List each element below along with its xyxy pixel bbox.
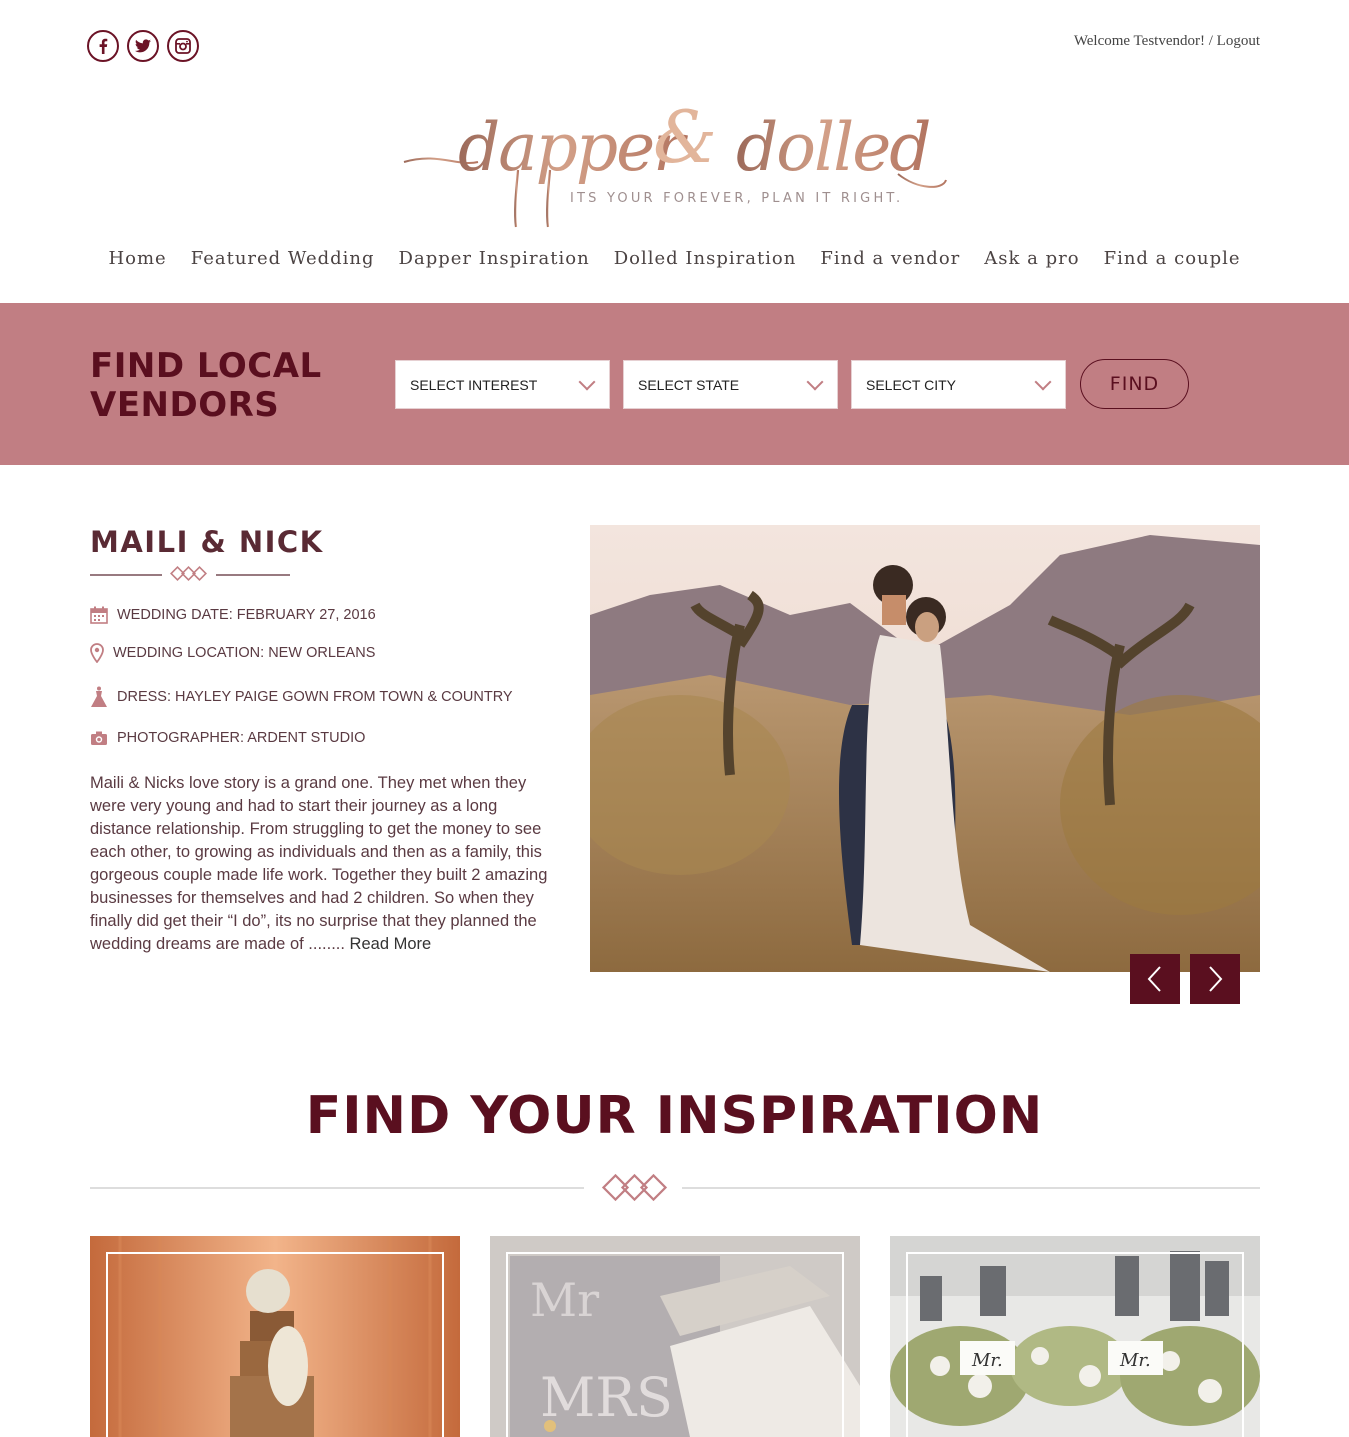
card-frame — [906, 1252, 1244, 1437]
svg-text:dolled: dolled — [736, 109, 930, 186]
calendar-icon — [90, 606, 108, 624]
select-state[interactable]: SELECT STATE — [623, 360, 838, 409]
story-text: Maili & Nicks love story is a grand one.… — [90, 774, 548, 953]
vendor-search-band: FIND LOCAL VENDORS SELECT INTEREST SELEC… — [0, 303, 1349, 465]
couple-story: Maili & Nicks love story is a grand one.… — [90, 772, 560, 956]
separator: / — [1204, 33, 1217, 49]
couple-photo — [590, 525, 1260, 972]
dress-text: DRESS: HAYLEY PAIGE GOWN FROM TOWN & COU… — [117, 689, 513, 705]
map-pin-icon — [90, 643, 104, 663]
inspiration-card-stationery[interactable]: Mr MRS — [490, 1236, 860, 1437]
logout-link[interactable]: Logout — [1217, 33, 1260, 49]
chevron-down-icon — [578, 373, 596, 391]
nav-dapper-inspiration[interactable]: Dapper Inspiration — [387, 248, 602, 269]
inspiration-title: FIND YOUR INSPIRATION — [305, 1086, 1044, 1146]
logo-tagline: ITS YOUR FOREVER, PLAN IT RIGHT. — [570, 191, 904, 206]
wedding-location-text: WEDDING LOCATION: NEW ORLEANS — [113, 645, 376, 661]
dress-info: DRESS: HAYLEY PAIGE GOWN FROM TOWN & COU… — [90, 686, 513, 708]
nav-dolled-inspiration[interactable]: Dolled Inspiration — [602, 248, 809, 269]
carousel-next-button[interactable] — [1190, 954, 1240, 1004]
logo-script: dapper & dolled — [403, 95, 947, 228]
photographer-info: PHOTOGRAPHER: ARDENT STUDIO — [90, 730, 365, 746]
twitter-icon[interactable] — [127, 30, 159, 62]
find-button[interactable]: FIND — [1080, 359, 1189, 409]
ornament-divider-icon — [90, 566, 290, 581]
nav-find-a-couple[interactable]: Find a couple — [1092, 248, 1253, 269]
photographer-text: PHOTOGRAPHER: ARDENT STUDIO — [117, 730, 366, 746]
nav-home[interactable]: Home — [96, 248, 178, 269]
wedding-date: WEDDING DATE: FEBRUARY 27, 2016 — [90, 606, 376, 624]
select-state-label: SELECT STATE — [638, 376, 740, 393]
wedding-location: WEDDING LOCATION: NEW ORLEANS — [90, 643, 375, 663]
featured-photo — [590, 525, 1260, 972]
ornament-divider-icon — [90, 1173, 1260, 1202]
chevron-down-icon — [806, 373, 824, 391]
card-frame — [506, 1252, 844, 1437]
instagram-icon[interactable] — [167, 30, 199, 62]
select-city-label: SELECT CITY — [866, 376, 956, 393]
nav-featured-wedding[interactable]: Featured Wedding — [179, 248, 387, 269]
select-city[interactable]: SELECT CITY — [851, 360, 1066, 409]
card-frame — [106, 1252, 444, 1437]
camera-icon — [91, 731, 107, 745]
chevron-left-icon — [1147, 966, 1161, 992]
chevron-down-icon — [1034, 373, 1052, 391]
nav-find-a-vendor[interactable]: Find a vendor — [808, 248, 972, 269]
social-links — [87, 30, 199, 62]
carousel-prev-button[interactable] — [1130, 954, 1180, 1004]
welcome-text: Welcome Testvendor! — [1073, 33, 1205, 49]
inspiration-card-cake[interactable] — [90, 1236, 460, 1437]
svg-text:&: & — [653, 95, 717, 179]
site-logo[interactable]: dapper & dolled ITS YOUR FOREVER, PLAN I… — [398, 62, 953, 232]
wedding-date-text: WEDDING DATE: FEBRUARY 27, 2016 — [117, 607, 376, 623]
chevron-right-icon — [1209, 966, 1223, 992]
account-bar: Welcome Testvendor! / Logout — [1074, 33, 1260, 50]
select-interest[interactable]: SELECT INTEREST — [395, 360, 610, 409]
couple-name: MAILI & NICK — [90, 525, 324, 559]
dress-icon — [91, 686, 107, 707]
select-interest-label: SELECT INTEREST — [410, 376, 538, 393]
inspiration-card-reception[interactable]: Mr. Mr. — [890, 1236, 1260, 1437]
main-nav: Home Featured Wedding Dapper Inspiration… — [0, 248, 1349, 269]
vendor-search-title: FIND LOCAL VENDORS — [90, 346, 322, 425]
read-more-link[interactable]: Read More — [350, 935, 432, 953]
facebook-icon[interactable] — [87, 30, 119, 62]
nav-ask-a-pro[interactable]: Ask a pro — [972, 248, 1091, 269]
